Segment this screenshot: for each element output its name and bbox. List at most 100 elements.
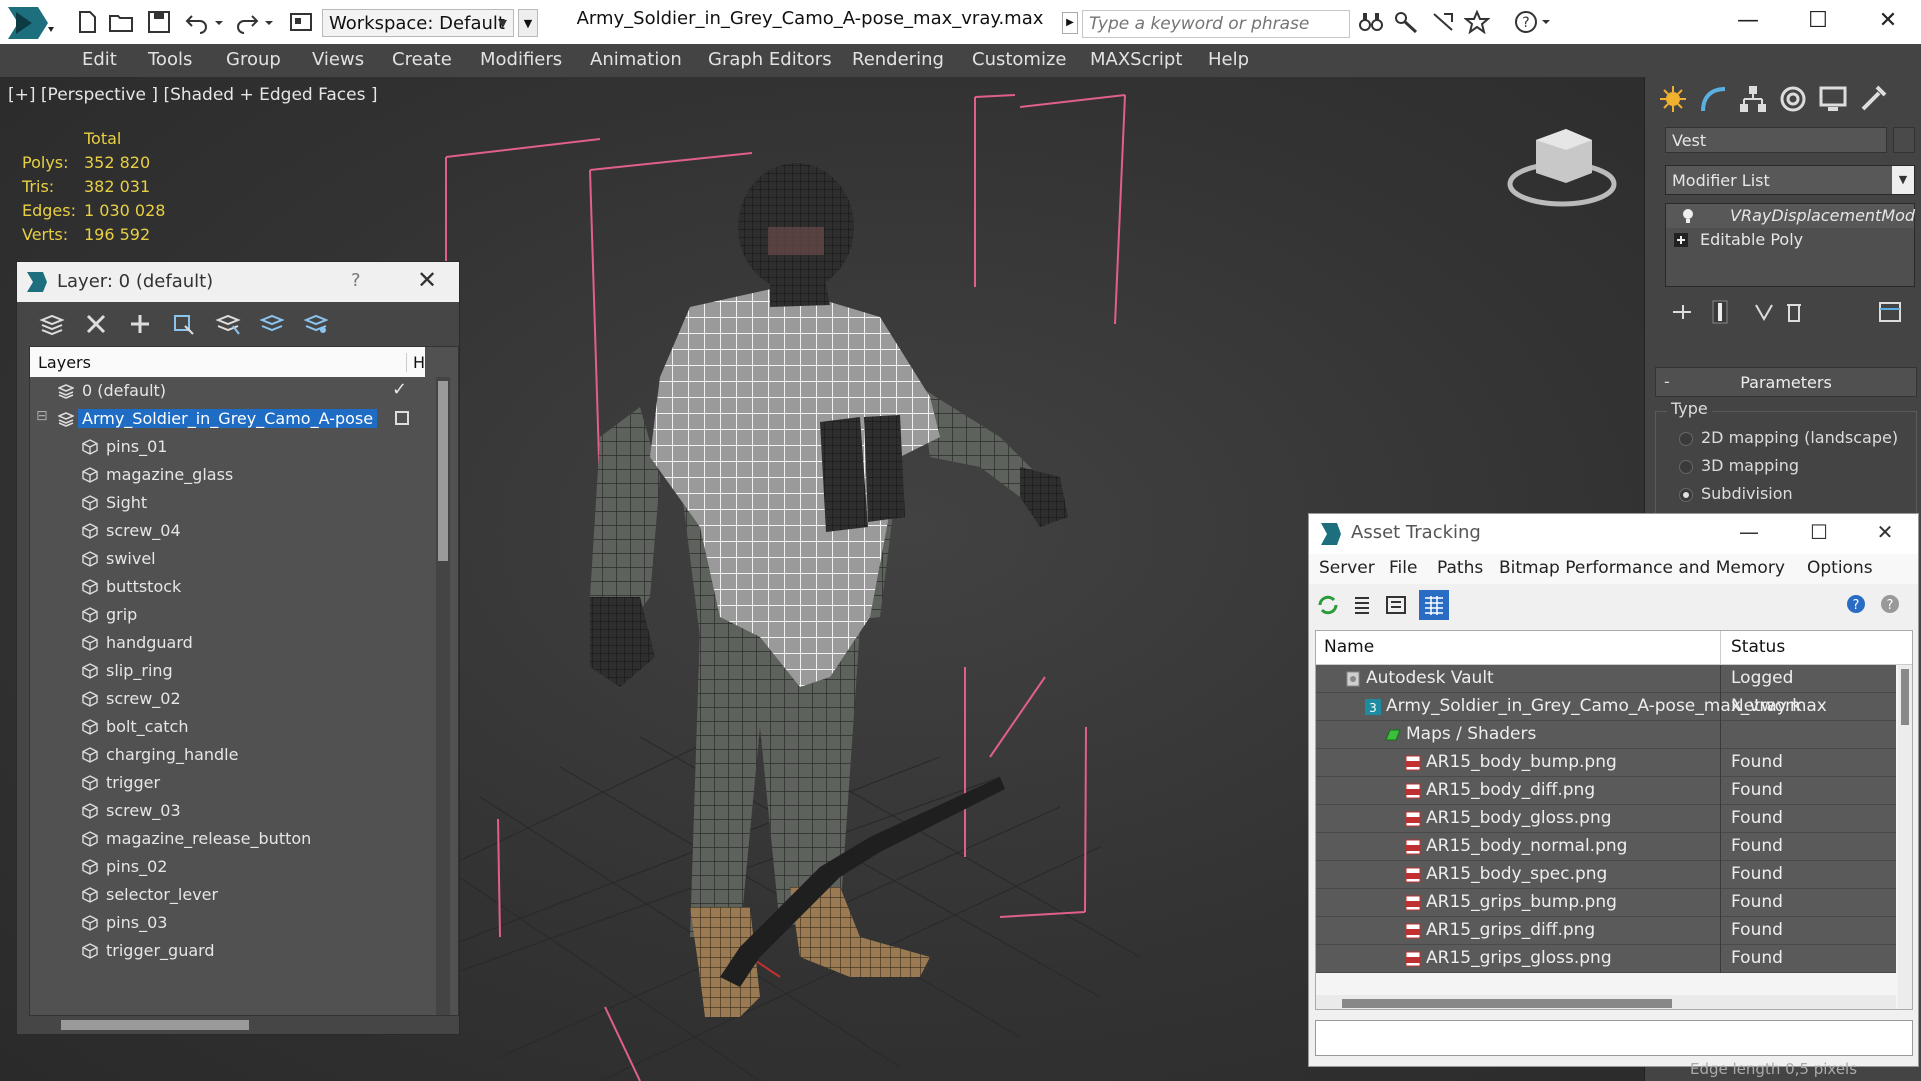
list-view-icon[interactable] [1349, 592, 1375, 618]
viewcube[interactable] [1507, 129, 1617, 207]
parameters-rollout[interactable]: - Parameters [1655, 367, 1917, 397]
layer-object-row[interactable]: pins_03 [30, 909, 425, 937]
layer-object-row[interactable]: magazine_release_button [30, 825, 425, 853]
menu-help[interactable]: Help [1208, 49, 1249, 70]
hide-column-header[interactable]: H [406, 353, 425, 372]
hide-all-layers-icon[interactable] [259, 312, 285, 336]
layer-object-row[interactable]: buttstock [30, 573, 425, 601]
expand-icon[interactable] [1674, 233, 1688, 247]
collapse-icon[interactable]: ⊟ [36, 408, 48, 424]
asset-row[interactable]: AR15_grips_diff.png Found [1316, 917, 1896, 945]
menu-group[interactable]: Group [226, 49, 281, 70]
status-column-header[interactable]: Status [1720, 631, 1795, 665]
asset-row[interactable]: AR15_grips_bump.png Found [1316, 889, 1896, 917]
new-file-icon[interactable] [74, 10, 100, 34]
layer-object-row[interactable]: slip_ring [30, 657, 425, 685]
tree-view-icon[interactable] [1383, 592, 1409, 618]
create-tab-icon[interactable] [1657, 83, 1689, 115]
layer-object-row[interactable]: pins_02 [30, 853, 425, 881]
checkmark-icon[interactable]: ✓ [392, 379, 407, 400]
name-column-header[interactable]: Name [1324, 637, 1374, 657]
asset-row[interactable]: 3 Army_Soldier_in_Grey_Camo_A-pose_max_vr… [1316, 693, 1896, 721]
remove-modifier-icon[interactable] [1781, 299, 1807, 325]
layers-column-header[interactable]: Layers [38, 353, 91, 372]
pin-stack-icon[interactable] [1669, 299, 1695, 325]
layer-icon[interactable] [39, 312, 65, 336]
search-input[interactable] [1082, 10, 1350, 38]
asset-table-horizontal-scroll-thumb[interactable] [1342, 999, 1672, 1008]
lightbulb-icon[interactable] [1680, 208, 1696, 224]
asset-row[interactable]: AR15_body_spec.png Found [1316, 861, 1896, 889]
layer-object-row[interactable]: Sight [30, 489, 425, 517]
hierarchy-tab-icon[interactable] [1737, 83, 1769, 115]
configure-modifier-sets-icon[interactable] [1877, 299, 1903, 325]
layer-object-row[interactable]: grip [30, 601, 425, 629]
undo-dropdown-icon[interactable] [212, 10, 226, 34]
search-expand-button[interactable]: ▶ [1062, 12, 1078, 34]
asset-row[interactable]: AR15_body_bump.png Found [1316, 749, 1896, 777]
workspace-select[interactable]: Workspace: Default ▼ [322, 9, 514, 37]
show-end-result-icon[interactable] [1707, 299, 1733, 325]
asset-menu-file[interactable]: File [1389, 558, 1417, 578]
open-folder-icon[interactable] [108, 10, 134, 34]
help-icon[interactable]: ? [1843, 592, 1869, 618]
highlight-layer-icon[interactable] [215, 312, 241, 336]
layer-object-row[interactable]: trigger [30, 769, 425, 797]
table-view-icon[interactable] [1419, 590, 1449, 620]
layer-object-row[interactable]: handguard [30, 629, 425, 657]
context-help-icon[interactable]: ? [1877, 592, 1903, 618]
layer-current-box-icon[interactable] [395, 411, 409, 425]
close-button[interactable]: ✕ [1865, 6, 1911, 38]
add-icon[interactable] [127, 312, 153, 336]
make-unique-icon[interactable] [1751, 299, 1777, 325]
asset-minimize-button[interactable]: — [1729, 520, 1769, 548]
asset-row[interactable]: AR15_body_normal.png Found [1316, 833, 1896, 861]
delete-layer-icon[interactable] [83, 312, 109, 336]
asset-row[interactable]: AR15_body_gloss.png Found [1316, 805, 1896, 833]
redo-icon[interactable] [234, 10, 260, 34]
asset-close-button[interactable]: ✕ [1865, 520, 1905, 548]
viewport-label[interactable]: [+] [Perspective ] [Shaded + Edged Faces… [8, 85, 377, 105]
layer-row-active[interactable]: ⊟ Army_Soldier_in_Grey_Camo_A-pose [30, 405, 425, 433]
layer-object-row[interactable]: screw_02 [30, 685, 425, 713]
asset-maximize-button[interactable]: ☐ [1799, 520, 1839, 548]
menu-create[interactable]: Create [392, 49, 452, 70]
layer-object-row[interactable]: selector_lever [30, 881, 425, 909]
layer-object-row[interactable]: charging_handle [30, 741, 425, 769]
communication-icon[interactable] [1430, 10, 1456, 34]
layer-object-row[interactable]: bolt_catch [30, 713, 425, 741]
workspace-menu-button[interactable]: ▼ [518, 9, 538, 37]
minimize-button[interactable]: — [1725, 6, 1771, 38]
utilities-tab-icon[interactable] [1857, 83, 1889, 115]
menu-views[interactable]: Views [312, 49, 364, 70]
layer-list-scroll-thumb[interactable] [438, 381, 448, 561]
asset-menu-options[interactable]: Options [1807, 558, 1873, 578]
object-color-swatch[interactable] [1893, 127, 1915, 153]
layer-object-row[interactable]: magazine_glass [30, 461, 425, 489]
select-objects-icon[interactable] [171, 312, 197, 336]
layer-dialog-close-button[interactable]: ✕ [417, 266, 437, 294]
menu-tools[interactable]: Tools [148, 49, 192, 70]
layer-object-row[interactable]: screw_04 [30, 517, 425, 545]
layer-row-default[interactable]: 0 (default) ✓ [30, 377, 425, 405]
layer-object-row[interactable]: trigger_guard [30, 937, 425, 965]
menu-maxscript[interactable]: MAXScript [1090, 49, 1182, 70]
save-icon[interactable] [146, 10, 172, 34]
menu-animation[interactable]: Animation [590, 49, 682, 70]
undo-icon[interactable] [184, 10, 210, 34]
menu-rendering[interactable]: Rendering [852, 49, 944, 70]
modifier-list-dropdown[interactable]: Modifier List ▼ [1665, 165, 1915, 195]
layer-dialog-titlebar[interactable]: Layer: 0 (default) ? ✕ [17, 262, 459, 302]
asset-tracking-titlebar[interactable]: Asset Tracking — ☐ ✕ [1309, 514, 1918, 554]
layer-object-row[interactable]: pins_01 [30, 433, 425, 461]
menu-graph-editors[interactable]: Graph Editors [708, 49, 832, 70]
object-name-field[interactable]: Vest [1665, 127, 1887, 153]
asset-menu-paths[interactable]: Paths [1437, 558, 1483, 578]
modify-tab-icon[interactable] [1697, 83, 1729, 115]
asset-table-scroll-thumb[interactable] [1901, 669, 1909, 725]
menu-customize[interactable]: Customize [972, 49, 1066, 70]
binoculars-icon[interactable] [1358, 10, 1384, 34]
layer-object-row[interactable]: swivel [30, 545, 425, 573]
display-tab-icon[interactable] [1817, 83, 1849, 115]
asset-menu-bitmap-performance[interactable]: Bitmap Performance and Memory [1499, 558, 1785, 578]
